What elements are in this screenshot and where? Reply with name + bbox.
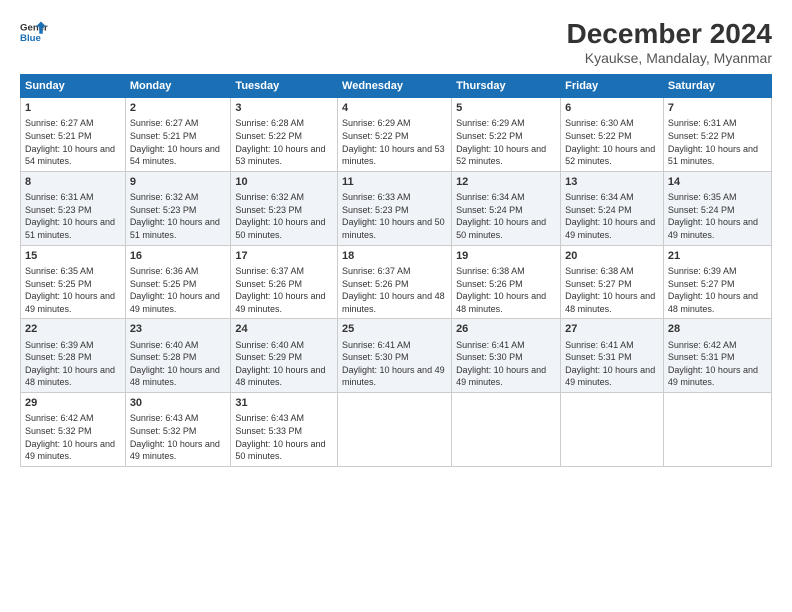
table-row: 13Sunrise: 6:34 AMSunset: 5:24 PMDayligh…	[561, 171, 664, 245]
table-row: 6Sunrise: 6:30 AMSunset: 5:22 PMDaylight…	[561, 98, 664, 172]
col-wednesday: Wednesday	[338, 75, 452, 98]
table-row: 25Sunrise: 6:41 AMSunset: 5:30 PMDayligh…	[338, 319, 452, 393]
table-row: 9Sunrise: 6:32 AMSunset: 5:23 PMDaylight…	[125, 171, 231, 245]
table-row: 12Sunrise: 6:34 AMSunset: 5:24 PMDayligh…	[452, 171, 561, 245]
subtitle: Kyaukse, Mandalay, Myanmar	[567, 50, 772, 66]
table-row: 20Sunrise: 6:38 AMSunset: 5:27 PMDayligh…	[561, 245, 664, 319]
table-row: 24Sunrise: 6:40 AMSunset: 5:29 PMDayligh…	[231, 319, 338, 393]
col-sunday: Sunday	[21, 75, 126, 98]
table-row: 29Sunrise: 6:42 AMSunset: 5:32 PMDayligh…	[21, 393, 126, 467]
table-row: 3Sunrise: 6:28 AMSunset: 5:22 PMDaylight…	[231, 98, 338, 172]
table-row: 21Sunrise: 6:39 AMSunset: 5:27 PMDayligh…	[663, 245, 771, 319]
table-row: 7Sunrise: 6:31 AMSunset: 5:22 PMDaylight…	[663, 98, 771, 172]
title-area: December 2024 Kyaukse, Mandalay, Myanmar	[567, 18, 772, 66]
table-row: 16Sunrise: 6:36 AMSunset: 5:25 PMDayligh…	[125, 245, 231, 319]
table-row: 23Sunrise: 6:40 AMSunset: 5:28 PMDayligh…	[125, 319, 231, 393]
col-tuesday: Tuesday	[231, 75, 338, 98]
table-row: 4Sunrise: 6:29 AMSunset: 5:22 PMDaylight…	[338, 98, 452, 172]
table-row: 27Sunrise: 6:41 AMSunset: 5:31 PMDayligh…	[561, 319, 664, 393]
header-row: Sunday Monday Tuesday Wednesday Thursday…	[21, 75, 772, 98]
week-row: 1Sunrise: 6:27 AMSunset: 5:21 PMDaylight…	[21, 98, 772, 172]
table-row: 19Sunrise: 6:38 AMSunset: 5:26 PMDayligh…	[452, 245, 561, 319]
col-thursday: Thursday	[452, 75, 561, 98]
empty-cell	[663, 393, 771, 467]
table-row: 5Sunrise: 6:29 AMSunset: 5:22 PMDaylight…	[452, 98, 561, 172]
table-row: 2Sunrise: 6:27 AMSunset: 5:21 PMDaylight…	[125, 98, 231, 172]
week-row: 22Sunrise: 6:39 AMSunset: 5:28 PMDayligh…	[21, 319, 772, 393]
logo: General Blue	[20, 18, 48, 46]
calendar-table: Sunday Monday Tuesday Wednesday Thursday…	[20, 74, 772, 467]
table-row: 18Sunrise: 6:37 AMSunset: 5:26 PMDayligh…	[338, 245, 452, 319]
empty-cell	[452, 393, 561, 467]
table-row: 26Sunrise: 6:41 AMSunset: 5:30 PMDayligh…	[452, 319, 561, 393]
table-row: 30Sunrise: 6:43 AMSunset: 5:32 PMDayligh…	[125, 393, 231, 467]
svg-text:Blue: Blue	[20, 33, 41, 44]
empty-cell	[561, 393, 664, 467]
svg-text:General: General	[20, 22, 48, 33]
empty-cell	[338, 393, 452, 467]
table-row: 15Sunrise: 6:35 AMSunset: 5:25 PMDayligh…	[21, 245, 126, 319]
week-row: 29Sunrise: 6:42 AMSunset: 5:32 PMDayligh…	[21, 393, 772, 467]
table-row: 1Sunrise: 6:27 AMSunset: 5:21 PMDaylight…	[21, 98, 126, 172]
col-saturday: Saturday	[663, 75, 771, 98]
main-title: December 2024	[567, 18, 772, 50]
header: General Blue December 2024 Kyaukse, Mand…	[20, 18, 772, 66]
table-row: 10Sunrise: 6:32 AMSunset: 5:23 PMDayligh…	[231, 171, 338, 245]
week-row: 8Sunrise: 6:31 AMSunset: 5:23 PMDaylight…	[21, 171, 772, 245]
table-row: 31Sunrise: 6:43 AMSunset: 5:33 PMDayligh…	[231, 393, 338, 467]
col-friday: Friday	[561, 75, 664, 98]
table-row: 8Sunrise: 6:31 AMSunset: 5:23 PMDaylight…	[21, 171, 126, 245]
week-row: 15Sunrise: 6:35 AMSunset: 5:25 PMDayligh…	[21, 245, 772, 319]
col-monday: Monday	[125, 75, 231, 98]
table-row: 22Sunrise: 6:39 AMSunset: 5:28 PMDayligh…	[21, 319, 126, 393]
table-row: 28Sunrise: 6:42 AMSunset: 5:31 PMDayligh…	[663, 319, 771, 393]
table-row: 17Sunrise: 6:37 AMSunset: 5:26 PMDayligh…	[231, 245, 338, 319]
table-row: 11Sunrise: 6:33 AMSunset: 5:23 PMDayligh…	[338, 171, 452, 245]
logo-icon: General Blue	[20, 18, 48, 46]
table-row: 14Sunrise: 6:35 AMSunset: 5:24 PMDayligh…	[663, 171, 771, 245]
